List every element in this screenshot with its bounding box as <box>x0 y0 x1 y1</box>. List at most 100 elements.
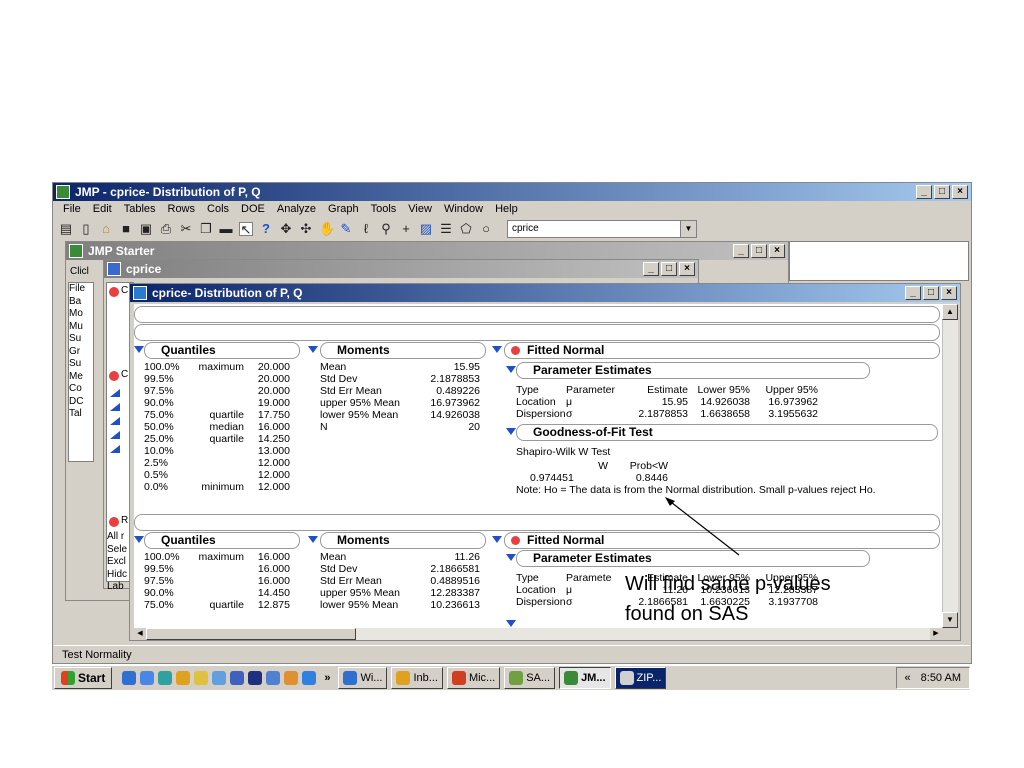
menu-item-window[interactable]: Window <box>438 201 489 218</box>
quicklaunch-chevron[interactable]: » <box>324 672 330 684</box>
starter-category-item[interactable]: Gr <box>69 346 93 359</box>
task-button-active[interactable]: JM... <box>559 667 611 689</box>
goodness-of-fit-header[interactable]: Goodness-of-Fit Test <box>516 424 938 441</box>
folder-icon[interactable] <box>194 671 209 685</box>
disclosure-triangle-icon[interactable] <box>308 346 318 353</box>
close-button[interactable]: × <box>952 185 968 199</box>
paste-icon[interactable]: ▬ <box>219 222 233 236</box>
task-button[interactable]: SA... <box>504 667 556 689</box>
scroll-right-button[interactable]: ▶ <box>930 628 942 640</box>
save-icon[interactable]: ▣ <box>139 222 153 236</box>
red-triangle-icon[interactable] <box>109 517 119 527</box>
circle-icon[interactable]: ○ <box>479 222 493 236</box>
minimize-button[interactable]: _ <box>916 185 932 199</box>
move-icon[interactable]: ✣ <box>299 222 313 236</box>
cprice-maximize-button[interactable]: □ <box>661 262 677 276</box>
crosshair-icon[interactable]: ✥ <box>279 222 293 236</box>
menu-item-graph[interactable]: Graph <box>322 201 365 218</box>
disclosure-triangle-icon[interactable] <box>506 428 516 435</box>
fitted-normal-header[interactable]: Fitted Normal <box>504 342 940 359</box>
horizontal-scrollbar[interactable]: ◀ ▶ <box>134 628 942 640</box>
table-combo[interactable]: cprice ▼ <box>507 220 697 238</box>
scroll-up-button[interactable]: ▲ <box>942 304 958 320</box>
maximize-button[interactable]: □ <box>934 185 950 199</box>
task-button[interactable]: Mic... <box>446 667 501 689</box>
moments-header[interactable]: Moments <box>320 532 486 549</box>
cprice-titlebar[interactable]: cprice _ □ × <box>104 260 698 278</box>
starter-category-item[interactable]: Ba <box>69 296 93 309</box>
menu-item-analyze[interactable]: Analyze <box>271 201 322 218</box>
disclosure-triangle-icon[interactable] <box>134 536 144 543</box>
distribution-titlebar[interactable]: cprice- Distribution of P, Q _ □ × <box>130 284 960 302</box>
scroll-down-button[interactable]: ▼ <box>942 612 958 628</box>
disclosure-triangle-icon[interactable] <box>506 366 516 373</box>
help-icon[interactable]: ? <box>259 222 273 236</box>
ie-icon-2[interactable] <box>302 671 317 685</box>
menu-item-file[interactable]: File <box>57 201 87 218</box>
tray-chevron[interactable]: « <box>905 668 911 688</box>
menu-item-rows[interactable]: Rows <box>162 201 202 218</box>
moments-header[interactable]: Moments <box>320 342 486 359</box>
disclosure-triangle-icon[interactable] <box>308 536 318 543</box>
red-triangle-icon[interactable] <box>511 346 520 355</box>
outlook-icon[interactable] <box>140 671 155 685</box>
print-icon[interactable]: ⎙ <box>159 222 173 236</box>
magnifier-icon[interactable]: ⚲ <box>379 222 393 236</box>
outlook-icon-2[interactable] <box>284 671 299 685</box>
starter-category-item[interactable]: Su <box>69 358 93 371</box>
starter-category-item[interactable]: DC <box>69 396 93 409</box>
dist-maximize-button[interactable]: □ <box>923 286 939 300</box>
disclosure-triangle-icon[interactable] <box>134 346 144 353</box>
plus-icon[interactable]: + <box>399 222 413 236</box>
polygon-icon[interactable]: ⬠ <box>459 222 473 236</box>
starter-minimize-button[interactable]: _ <box>733 244 749 258</box>
task-button[interactable]: Wi... <box>338 667 388 689</box>
dist-minimize-button[interactable]: _ <box>905 286 921 300</box>
outlook-express-icon[interactable] <box>176 671 191 685</box>
scroll-left-button[interactable]: ◀ <box>134 628 146 640</box>
menu-item-view[interactable]: View <box>402 201 438 218</box>
disclosure-triangle-icon[interactable] <box>492 346 502 353</box>
quantiles-header[interactable]: Quantiles <box>144 342 300 359</box>
task-button[interactable]: Inb... <box>391 667 443 689</box>
parameter-estimates-header[interactable]: Parameter Estimates <box>516 362 870 379</box>
lines-icon[interactable]: ☰ <box>439 222 453 236</box>
task-button[interactable]: ZIP... <box>614 667 667 689</box>
open-icon[interactable]: ⌂ <box>99 222 113 236</box>
dist-close-button[interactable]: × <box>941 286 957 300</box>
starter-maximize-button[interactable]: □ <box>751 244 767 258</box>
menu-item-tools[interactable]: Tools <box>365 201 403 218</box>
scroll-thumb[interactable] <box>146 628 356 640</box>
new-table-icon[interactable]: ▤ <box>59 222 73 236</box>
menu-item-cols[interactable]: Cols <box>201 201 235 218</box>
cut-icon[interactable]: ✂ <box>179 222 193 236</box>
starter-category-item[interactable]: Tal <box>69 408 93 421</box>
copy-icon[interactable]: ❐ <box>199 222 213 236</box>
brush-icon[interactable]: ✎ <box>339 222 353 236</box>
red-triangle-icon[interactable] <box>109 287 119 297</box>
menu-item-tables[interactable]: Tables <box>118 201 162 218</box>
main-titlebar[interactable]: JMP - cprice- Distribution of P, Q _ □ × <box>53 183 971 201</box>
starter-category-list[interactable]: File Ba Mo Mu Su Gr Su Me Co DC Tal <box>68 282 94 462</box>
starter-category-item[interactable]: Me <box>69 371 93 384</box>
starter-category-item[interactable]: File <box>69 283 93 296</box>
lasso-icon[interactable]: ℓ <box>359 222 373 236</box>
sas-icon[interactable] <box>248 671 263 685</box>
red-triangle-icon[interactable] <box>109 371 119 381</box>
menu-item-edit[interactable]: Edit <box>87 201 118 218</box>
starter-close-button[interactable]: × <box>769 244 785 258</box>
disclosure-triangle-icon[interactable] <box>492 536 502 543</box>
quantiles-header[interactable]: Quantiles <box>144 532 300 549</box>
cprice-close-button[interactable]: × <box>679 262 695 276</box>
ie-icon[interactable] <box>122 671 137 685</box>
starter-category-item[interactable]: Co <box>69 383 93 396</box>
disclosure-triangle-icon[interactable] <box>506 620 516 627</box>
annotate-icon[interactable]: ▨ <box>419 222 433 236</box>
vertical-scrollbar[interactable]: ▲ ▼ <box>942 304 958 628</box>
calendar-icon[interactable] <box>266 671 281 685</box>
start-button[interactable]: Start <box>54 667 113 689</box>
starter-category-item[interactable]: Mo <box>69 308 93 321</box>
starter-category-item[interactable]: Mu <box>69 321 93 334</box>
chevron-down-icon[interactable]: ▼ <box>680 221 696 237</box>
table-icon[interactable]: ■ <box>119 222 133 236</box>
